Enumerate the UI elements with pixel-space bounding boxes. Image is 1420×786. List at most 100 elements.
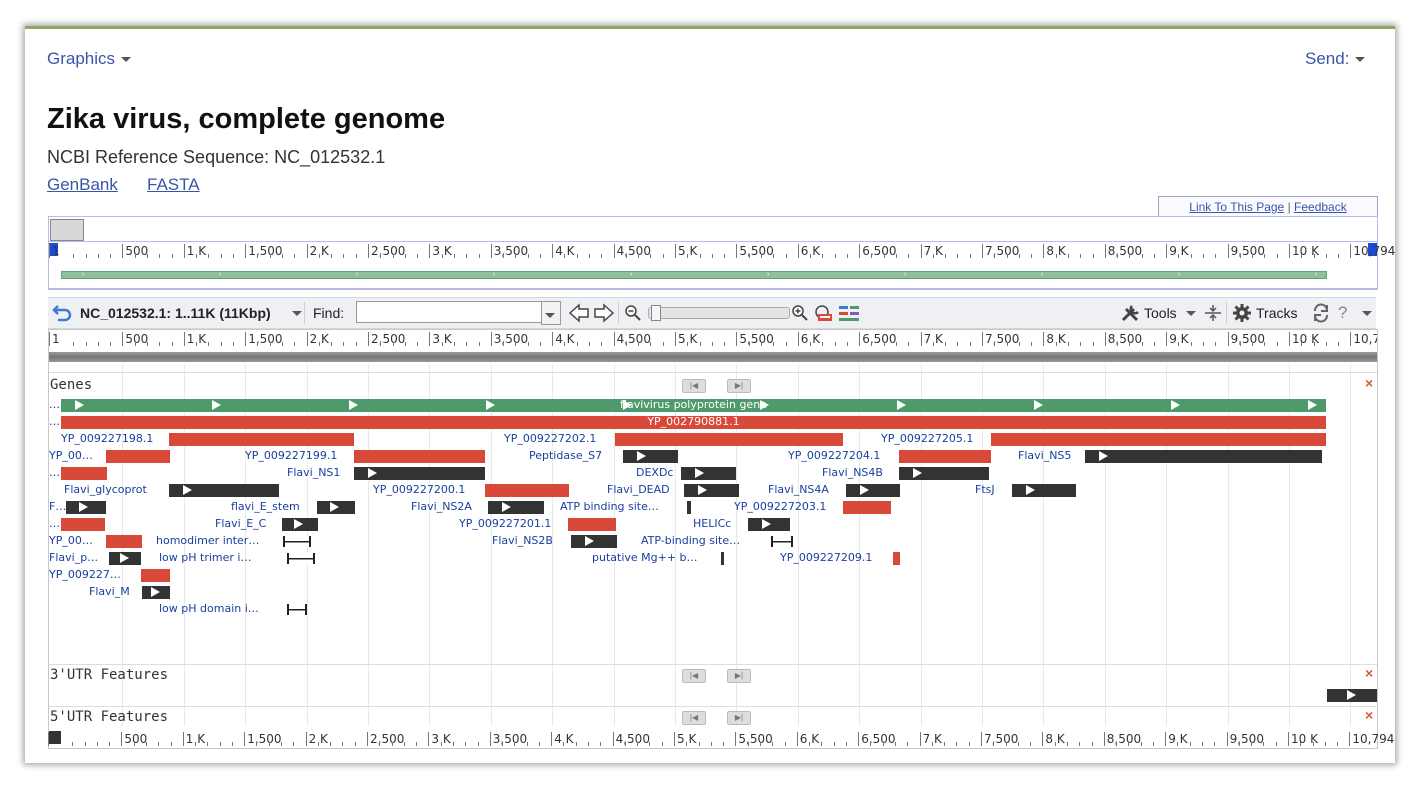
domain-feature[interactable] <box>748 518 790 531</box>
sequence-viewer[interactable]: 1 500 1 K 1,500 2 K 2,500 3 K 3,500 4 K 4,500 5 K5… <box>48 329 1378 749</box>
feature-label[interactable]: Flavi_NS5 <box>1018 449 1071 463</box>
forward-arrow-icon[interactable] <box>593 303 615 323</box>
cds-feature[interactable] <box>106 450 170 463</box>
domain-feature[interactable] <box>571 535 617 548</box>
feature-label[interactable]: YP_009227202.1 <box>504 432 596 446</box>
gene-feature[interactable]: flavivirus polyprotein gene <box>61 398 1326 412</box>
domain-feature[interactable] <box>623 450 678 463</box>
feature-label[interactable]: FtsJ <box>975 483 995 497</box>
zoom-in-icon[interactable] <box>791 304 809 322</box>
feature-label[interactable]: … <box>49 466 60 480</box>
feature-label[interactable]: YP_00… <box>49 449 93 463</box>
feature-label[interactable]: YP_009227205.1 <box>881 432 973 446</box>
track-prev-button[interactable]: |◀ <box>682 379 706 393</box>
feature-label[interactable]: … <box>49 398 60 412</box>
domain-feature[interactable] <box>684 484 739 497</box>
cds-feature[interactable] <box>106 535 142 548</box>
cds-feature[interactable] <box>893 552 900 565</box>
close-icon[interactable]: × <box>1365 707 1373 723</box>
domain-feature[interactable] <box>846 484 900 497</box>
tracks-menu[interactable]: Tracks <box>1256 305 1297 321</box>
cds-feature[interactable]: YP_002790881.1 <box>61 415 1326 429</box>
site-feature[interactable] <box>283 536 311 547</box>
back-arrow-icon[interactable] <box>568 303 590 323</box>
dropdown-icon[interactable] <box>292 311 302 316</box>
gear-icon[interactable] <box>1232 303 1252 323</box>
domain-feature[interactable] <box>66 501 106 514</box>
feature-label[interactable]: … <box>49 415 60 429</box>
sequence-atg-icon[interactable] <box>814 304 834 322</box>
feature-label[interactable]: low pH trimer i… <box>159 551 251 565</box>
feature-label[interactable]: Peptidase_S7 <box>529 449 602 463</box>
feature-label[interactable]: ATP binding site… <box>560 500 659 514</box>
cds-feature[interactable] <box>141 569 170 582</box>
send-menu[interactable]: Send: <box>1305 49 1366 69</box>
feature-label[interactable]: Flavi_p… <box>49 551 98 565</box>
domain-feature[interactable] <box>1012 484 1076 497</box>
feature-label[interactable]: Flavi_E_C <box>215 517 266 531</box>
close-icon[interactable]: × <box>1365 375 1373 391</box>
domain-feature[interactable] <box>282 518 318 531</box>
feature-label[interactable]: Flavi_NS2A <box>411 500 472 514</box>
domain-feature[interactable] <box>1085 450 1322 463</box>
cds-feature[interactable] <box>61 518 105 531</box>
feature-label[interactable]: YP_009227198.1 <box>61 432 153 446</box>
track-prev-button[interactable]: |◀ <box>682 711 706 725</box>
utr3-feature[interactable] <box>1327 689 1377 702</box>
domain-feature[interactable] <box>488 501 544 514</box>
feature-label[interactable]: YP_009227200.1 <box>373 483 465 497</box>
chevron-down-icon[interactable] <box>1186 311 1196 316</box>
feature-label[interactable]: YP_009227203.1 <box>734 500 826 514</box>
domain-feature[interactable] <box>681 467 736 480</box>
cds-feature[interactable] <box>485 484 569 497</box>
undo-icon[interactable] <box>52 304 72 322</box>
zoom-slider-handle[interactable] <box>651 305 661 321</box>
fasta-link[interactable]: FASTA <box>147 175 200 195</box>
feature-label[interactable]: Flavi_M <box>89 585 130 599</box>
domain-feature[interactable] <box>721 552 724 565</box>
track-next-button[interactable]: ▶| <box>727 711 751 725</box>
feature-label[interactable]: Flavi_DEAD <box>607 483 670 497</box>
site-feature[interactable] <box>771 536 793 547</box>
find-input[interactable] <box>356 301 552 323</box>
feature-label[interactable]: flavi_E_stem <box>231 500 300 514</box>
feature-label[interactable]: YP_00… <box>49 534 93 548</box>
feature-label[interactable]: ATP-binding site… <box>641 534 740 548</box>
feature-label[interactable]: putative Mg++ b… <box>592 551 698 565</box>
close-icon[interactable]: × <box>1365 665 1373 681</box>
track-next-button[interactable]: ▶| <box>727 669 751 683</box>
feature-label[interactable]: Flavi_NS1 <box>287 466 340 480</box>
link-to-page-link[interactable]: Link To This Page <box>1189 200 1284 214</box>
help-icon[interactable]: ? <box>1338 303 1347 323</box>
feature-label[interactable]: Flavi_NS4B <box>822 466 883 480</box>
site-feature[interactable] <box>287 553 315 564</box>
feedback-link[interactable]: Feedback <box>1294 200 1347 214</box>
feature-label[interactable]: YP_009227201.1 <box>459 517 551 531</box>
feature-label[interactable]: DEXDc <box>636 466 673 480</box>
collapse-icon[interactable] <box>1204 304 1222 322</box>
domain-feature[interactable] <box>687 501 691 514</box>
domain-feature[interactable] <box>169 484 279 497</box>
refresh-icon[interactable] <box>1311 303 1331 323</box>
sequence-range-menu[interactable]: NC_012532.1: 1..11K (11Kbp) <box>80 305 271 321</box>
domain-feature[interactable] <box>317 501 355 514</box>
feature-label[interactable]: HELICc <box>693 517 731 531</box>
domain-feature[interactable] <box>109 552 141 565</box>
cds-feature[interactable] <box>354 450 485 463</box>
cds-feature[interactable] <box>61 467 107 480</box>
track-color-icon[interactable] <box>838 304 860 322</box>
cds-feature[interactable] <box>899 450 991 463</box>
feature-label[interactable]: homodimer inter… <box>156 534 259 548</box>
domain-feature[interactable] <box>354 467 485 480</box>
cds-feature[interactable] <box>169 433 354 446</box>
track-next-button[interactable]: ▶| <box>727 379 751 393</box>
chevron-down-icon[interactable] <box>1362 311 1372 316</box>
cds-feature[interactable] <box>991 433 1326 446</box>
site-feature[interactable] <box>287 604 307 615</box>
feature-label[interactable]: … <box>49 517 60 531</box>
overview-handle[interactable] <box>50 219 84 241</box>
tools-icon[interactable] <box>1120 303 1142 323</box>
tools-menu[interactable]: Tools <box>1144 305 1177 321</box>
graphics-menu[interactable]: Graphics <box>47 49 132 69</box>
feature-label[interactable]: YP_009227204.1 <box>788 449 880 463</box>
